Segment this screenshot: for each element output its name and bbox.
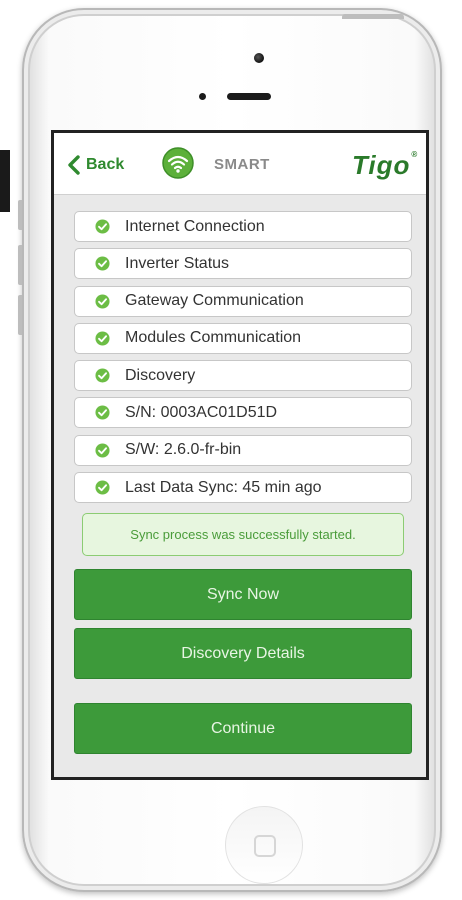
check-circle-icon (95, 480, 110, 495)
status-row: Inverter Status (74, 248, 412, 280)
tigo-logo: Tigo® (352, 150, 418, 181)
power-button (342, 14, 404, 19)
status-row: Last Data Sync: 45 min ago (74, 472, 412, 504)
check-circle-icon (95, 219, 110, 234)
check-circle-icon (95, 368, 110, 383)
status-row: S/N: 0003AC01D51D (74, 397, 412, 429)
discovery-details-label: Discovery Details (181, 644, 305, 662)
phone-screen: Back SMART Tigo® Internet Connection Inve… (51, 130, 429, 780)
status-row-label: S/W: 2.6.0-fr-bin (125, 441, 242, 459)
app-view: Back SMART Tigo® Internet Connection Inve… (54, 133, 426, 777)
status-row-label: S/N: 0003AC01D51D (125, 403, 278, 421)
mute-switch (18, 200, 22, 230)
sync-now-button[interactable]: Sync Now (74, 569, 412, 620)
volume-up-button (18, 245, 22, 285)
back-label: Back (86, 156, 125, 173)
front-camera (254, 53, 264, 63)
status-row-label: Gateway Communication (125, 292, 304, 310)
continue-label: Continue (210, 719, 276, 737)
status-row: Internet Connection (74, 211, 412, 242)
status-row: Discovery (74, 360, 412, 392)
status-row: S/W: 2.6.0-fr-bin (74, 434, 412, 466)
brand-mark: ® (411, 150, 419, 159)
status-row: Modules Communication (74, 322, 412, 354)
background-edge (0, 150, 10, 212)
status-row-label: Discovery (125, 366, 196, 384)
home-button[interactable] (225, 806, 303, 884)
success-notice: Sync process was successfully started. (82, 513, 404, 556)
back-button[interactable]: Back (66, 155, 124, 175)
check-circle-icon (95, 256, 110, 271)
check-circle-icon (95, 331, 110, 346)
check-circle-icon (95, 405, 110, 421)
earpiece-speaker (227, 93, 271, 100)
brand-name: Tigo (352, 150, 411, 180)
status-row-label: Inverter Status (125, 254, 230, 272)
notice-text: Sync process was successfully started. (130, 527, 356, 542)
navigation-bar: Back SMART Tigo® (54, 133, 426, 195)
volume-down-button (18, 295, 22, 335)
proximity-sensor (199, 93, 206, 100)
status-row: Gateway Communication (74, 285, 412, 317)
status-row-label: Modules Communication (125, 329, 302, 347)
status-list: Internet Connection Inverter Status Gatewa… (74, 211, 412, 509)
check-circle-icon (95, 294, 110, 309)
status-row-label: Last Data Sync: 45 min ago (125, 478, 322, 496)
check-circle-icon (95, 443, 110, 458)
sync-now-label: Sync Now (206, 585, 280, 603)
mode-label: SMART (214, 156, 270, 173)
stage: Back SMART Tigo® Internet Connection Inve… (0, 0, 462, 900)
wifi-icon (162, 147, 194, 179)
chevron-left-icon (68, 155, 80, 175)
discovery-details-button[interactable]: Discovery Details (74, 628, 412, 679)
continue-button[interactable]: Continue (74, 703, 412, 754)
status-row-label: Internet Connection (125, 217, 265, 235)
home-square-icon (254, 835, 276, 857)
